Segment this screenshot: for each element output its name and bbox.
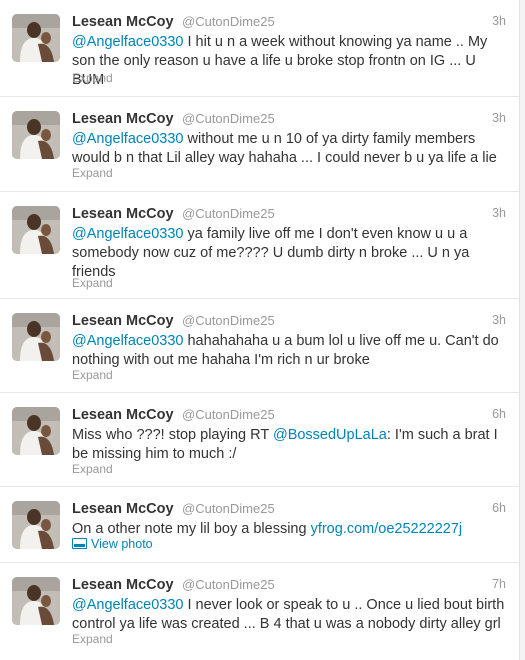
mention-link[interactable]: @Angelface0330 <box>72 333 183 349</box>
mention-link[interactable]: @BossedUpLaLa <box>273 427 387 443</box>
expand-link[interactable]: Expand <box>72 276 113 290</box>
timestamp[interactable]: 6h <box>492 501 506 515</box>
tweet[interactable]: Lesean McCoy @CutonDime25 6h On a other … <box>0 487 520 563</box>
view-photo-button[interactable]: View photo <box>72 537 153 551</box>
mention-link[interactable]: @Angelface0330 <box>72 34 183 50</box>
tweet-header: Lesean McCoy @CutonDime25 3h <box>72 13 512 33</box>
tweet-timeline: Lesean McCoy @CutonDime25 3h @Angelface0… <box>0 0 525 660</box>
tweet-text: @Angelface0330 I never look or speak to … <box>72 596 508 634</box>
tweet-header: Lesean McCoy @CutonDime25 3h <box>72 312 512 332</box>
photo-link[interactable]: yfrog.com/oe25222227j <box>311 521 463 537</box>
expand-link[interactable]: Expand <box>72 462 113 476</box>
expand-link[interactable]: Expand <box>72 632 113 646</box>
timestamp[interactable]: 6h <box>492 407 506 421</box>
avatar[interactable] <box>12 501 60 549</box>
username[interactable]: @CutonDime25 <box>182 501 275 516</box>
expand-link[interactable]: Expand <box>72 368 113 382</box>
tweet-text-prefix: Miss who ???! stop playing RT <box>72 427 273 443</box>
avatar[interactable] <box>12 313 60 361</box>
username[interactable]: @CutonDime25 <box>182 206 275 221</box>
fullname[interactable]: Lesean McCoy <box>72 577 174 593</box>
fullname[interactable]: Lesean McCoy <box>72 501 174 517</box>
tweet-text: @Angelface0330 without me u n 10 of ya d… <box>72 130 508 168</box>
username[interactable]: @CutonDime25 <box>182 407 275 422</box>
fullname[interactable]: Lesean McCoy <box>72 14 174 30</box>
tweet-header: Lesean McCoy @CutonDime25 6h <box>72 500 512 520</box>
avatar[interactable] <box>12 407 60 455</box>
username[interactable]: @CutonDime25 <box>182 577 275 592</box>
tweet-header: Lesean McCoy @CutonDime25 3h <box>72 205 512 225</box>
tweet-text: @Angelface0330 I hit u n a week without … <box>72 33 508 90</box>
mention-link[interactable]: @Angelface0330 <box>72 597 183 613</box>
timestamp[interactable]: 3h <box>492 14 506 28</box>
avatar[interactable] <box>12 111 60 159</box>
fullname[interactable]: Lesean McCoy <box>72 313 174 329</box>
tweet-text: @Angelface0330 ya family live off me I d… <box>72 225 508 282</box>
tweet[interactable]: Lesean McCoy @CutonDime25 3h @Angelface0… <box>0 0 520 97</box>
avatar[interactable] <box>12 206 60 254</box>
tweet-header: Lesean McCoy @CutonDime25 6h <box>72 406 512 426</box>
tweet[interactable]: Lesean McCoy @CutonDime25 6h Miss who ??… <box>0 393 520 487</box>
tweet-header: Lesean McCoy @CutonDime25 7h <box>72 576 512 596</box>
tweet[interactable]: Lesean McCoy @CutonDime25 3h @Angelface0… <box>0 299 520 393</box>
mention-link[interactable]: @Angelface0330 <box>72 131 183 147</box>
username[interactable]: @CutonDime25 <box>182 313 275 328</box>
fullname[interactable]: Lesean McCoy <box>72 206 174 222</box>
tweet[interactable]: Lesean McCoy @CutonDime25 3h @Angelface0… <box>0 97 520 192</box>
mention-link[interactable]: @Angelface0330 <box>72 226 183 242</box>
username[interactable]: @CutonDime25 <box>182 14 275 29</box>
expand-link[interactable]: Expand <box>72 166 113 180</box>
timestamp[interactable]: 3h <box>492 313 506 327</box>
tweet[interactable]: Lesean McCoy @CutonDime25 7h @Angelface0… <box>0 563 520 660</box>
expand-link[interactable]: Expand <box>72 71 113 85</box>
tweet-text: @Angelface0330 hahahahaha u a bum lol u … <box>72 332 508 370</box>
username[interactable]: @CutonDime25 <box>182 111 275 126</box>
avatar[interactable] <box>12 577 60 625</box>
avatar[interactable] <box>12 14 60 62</box>
tweet-header: Lesean McCoy @CutonDime25 3h <box>72 110 512 130</box>
scrollbar[interactable] <box>519 0 525 660</box>
tweet[interactable]: Lesean McCoy @CutonDime25 3h @Angelface0… <box>0 192 520 299</box>
timestamp[interactable]: 3h <box>492 206 506 220</box>
timestamp[interactable]: 7h <box>492 577 506 591</box>
photo-icon <box>72 538 87 549</box>
timestamp[interactable]: 3h <box>492 111 506 125</box>
tweet-text: Miss who ???! stop playing RT @BossedUpL… <box>72 426 508 464</box>
fullname[interactable]: Lesean McCoy <box>72 111 174 127</box>
tweet-text-prefix: On a other note my lil boy a blessing <box>72 521 311 537</box>
view-photo-label: View photo <box>91 537 153 551</box>
fullname[interactable]: Lesean McCoy <box>72 407 174 423</box>
